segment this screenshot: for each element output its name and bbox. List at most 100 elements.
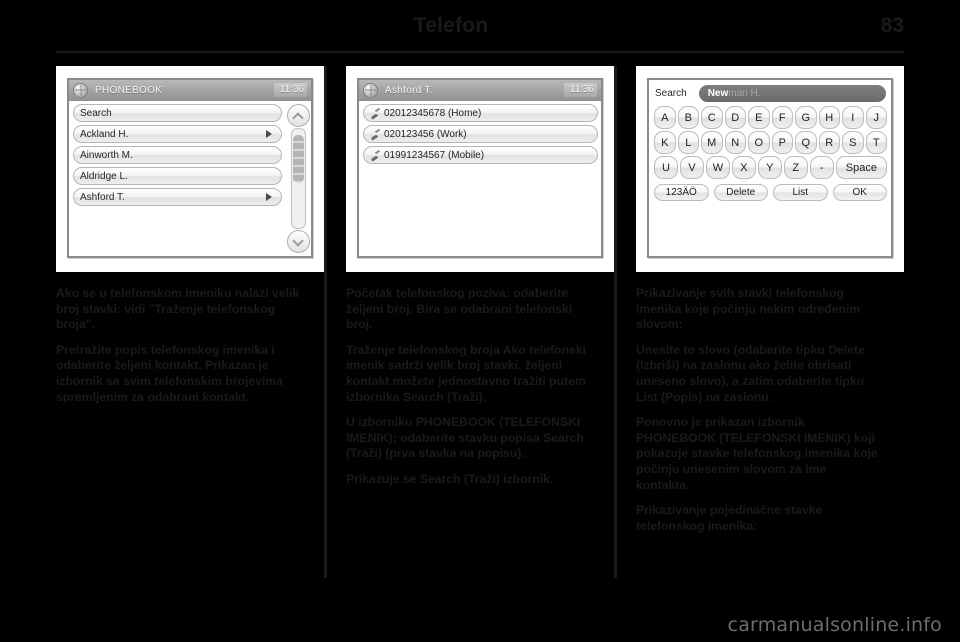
paragraph: Prikazivanje svih stavki telefonskog ime…	[636, 286, 861, 332]
list-item[interactable]: Ackland H.	[73, 125, 282, 143]
content-columns: PHONEBOOK 11:36 Search Ackland H. Ainwor…	[56, 66, 904, 578]
clock: 11:36	[563, 83, 597, 97]
list-item-label: Ainworth M.	[80, 149, 133, 161]
list-button[interactable]: List	[773, 184, 828, 201]
search-bar: Search New man H.	[649, 80, 891, 104]
column-divider	[324, 66, 327, 578]
phone-handset-icon	[370, 150, 381, 161]
key[interactable]: T	[865, 131, 887, 154]
key[interactable]: V	[679, 156, 704, 179]
key[interactable]: S	[842, 131, 864, 154]
key-numeric-mode[interactable]: 123ÄÖ	[654, 184, 709, 201]
chevron-right-icon	[266, 193, 272, 201]
list-item[interactable]: 020123456 (Work)	[363, 125, 598, 143]
paragraph: Unesite to slovo (odaberite tipku Delete…	[636, 342, 865, 404]
key[interactable]: L	[677, 131, 699, 154]
key[interactable]: G	[795, 106, 817, 129]
key[interactable]: A	[654, 106, 676, 129]
paragraph: Ponovno je prikazan izbornik PHONEBOOK (…	[636, 415, 878, 492]
key-hyphen[interactable]: -	[809, 156, 834, 179]
list-item-label: 020123456 (Work)	[384, 128, 467, 140]
key[interactable]: R	[818, 131, 840, 154]
key[interactable]: H	[818, 106, 840, 129]
onscreen-keyboard: A B C D E F G H I J K L M N O P Q R S T …	[649, 104, 891, 179]
paragraph: Pretražite popis telefonskog imenika i o…	[56, 342, 283, 404]
list-item[interactable]: 01991234567 (Mobile)	[363, 146, 598, 164]
keyboard-function-row: 123ÄÖ Delete List OK	[649, 181, 891, 201]
delete-button[interactable]: Delete	[713, 184, 768, 201]
key[interactable]: O	[748, 131, 770, 154]
list-item-label: Search	[80, 107, 112, 119]
figure-contact-numbers: Ashford T. 11:36 02012345678 (Home) 0201…	[346, 66, 614, 272]
screen-titlebar: Ashford T. 11:36	[359, 80, 601, 101]
phone-handset-icon	[370, 108, 381, 119]
key[interactable]: E	[748, 106, 770, 129]
key[interactable]: I	[842, 106, 864, 129]
screen-title: PHONEBOOK	[95, 84, 163, 96]
key[interactable]: D	[724, 106, 746, 129]
keyboard-row: A B C D E F G H I J	[654, 106, 887, 129]
scroll-up-button[interactable]	[287, 104, 310, 127]
clock: 11:36	[273, 83, 307, 97]
key[interactable]: Z	[783, 156, 808, 179]
manual-page: Telefon 83 PHONEBOOK 11:36 Search Acklan…	[0, 0, 960, 642]
ok-button[interactable]: OK	[832, 184, 887, 201]
key[interactable]: X	[731, 156, 756, 179]
infotainment-screen-contact: Ashford T. 11:36 02012345678 (Home) 0201…	[357, 78, 603, 258]
column-divider	[614, 66, 617, 578]
list-item-search[interactable]: Search	[73, 104, 282, 122]
list-item-label: 02012345678 (Home)	[384, 107, 482, 119]
infotainment-screen-phonebook: PHONEBOOK 11:36 Search Ackland H. Ainwor…	[67, 78, 313, 258]
list-item[interactable]: Ashford T.	[73, 188, 282, 206]
key[interactable]: F	[771, 106, 793, 129]
chevron-down-icon	[294, 237, 303, 246]
key[interactable]: J	[865, 106, 887, 129]
paragraph: Traženje telefonskog broja Ako telefonsk…	[346, 342, 586, 404]
chevron-right-icon	[266, 130, 272, 138]
key[interactable]: N	[724, 131, 746, 154]
page-title: Telefon	[413, 14, 489, 37]
screen-titlebar: PHONEBOOK 11:36	[69, 80, 311, 101]
keyboard-row: U V W X Y Z - Space	[654, 156, 888, 179]
watermark: carmanualsonline.info	[727, 614, 942, 636]
chevron-up-icon	[294, 111, 303, 120]
key[interactable]: Q	[795, 131, 817, 154]
search-input[interactable]: New man H.	[698, 85, 886, 102]
key[interactable]: M	[701, 131, 723, 154]
key[interactable]: U	[654, 156, 678, 179]
paragraph: Prikazuje se Search (Traži) izbornik.	[346, 471, 554, 486]
paragraph: U izborniku PHONEBOOK (TELEFONSKI IMENIK…	[346, 415, 584, 461]
list-item[interactable]: 02012345678 (Home)	[363, 104, 598, 122]
keyboard-row: K L M N O P Q R S T	[654, 131, 887, 154]
list-item[interactable]: Aldridge L.	[73, 167, 282, 185]
column-2: Ashford T. 11:36 02012345678 (Home) 0201…	[324, 66, 614, 578]
list-item-label: Aldridge L.	[80, 170, 128, 182]
scroll-track[interactable]	[291, 128, 306, 229]
page-header: Telefon 83	[56, 14, 904, 56]
paragraph: Prikazivanje pojedinačne stavke telefons…	[636, 503, 823, 533]
key[interactable]: Y	[757, 156, 782, 179]
key[interactable]: B	[677, 106, 699, 129]
contact-number-list: 02012345678 (Home) 020123456 (Work) 0199…	[359, 101, 601, 256]
scroll-thumb[interactable]	[293, 135, 304, 183]
scrollbar[interactable]	[287, 104, 310, 253]
key[interactable]: P	[771, 131, 793, 154]
scroll-down-button[interactable]	[287, 230, 310, 253]
globe-icon	[73, 82, 88, 98]
screen-title: Ashford T.	[385, 84, 433, 96]
list-item[interactable]: Ainworth M.	[73, 146, 282, 164]
phonebook-list: Search Ackland H. Ainworth M. Aldridge L…	[69, 101, 311, 256]
key[interactable]: C	[701, 106, 723, 129]
key-space[interactable]: Space	[835, 156, 888, 179]
search-typed-text: New	[707, 88, 729, 99]
figure-phonebook-list: PHONEBOOK 11:36 Search Ackland H. Ainwor…	[56, 66, 324, 272]
key[interactable]: K	[654, 131, 676, 154]
key[interactable]: W	[705, 156, 730, 179]
page-number: 83	[880, 14, 904, 37]
column-1-text: Ako se u telefonskom imeniku nalazi veli…	[56, 286, 303, 405]
globe-icon	[363, 82, 378, 98]
paragraph: Ako se u telefonskom imeniku nalazi veli…	[56, 286, 300, 332]
column-1: PHONEBOOK 11:36 Search Ackland H. Ainwor…	[56, 66, 324, 578]
list-item-label: Ashford T.	[80, 191, 125, 203]
figure-search-keyboard: Search New man H. A B C D E F G H I J K …	[636, 66, 904, 272]
